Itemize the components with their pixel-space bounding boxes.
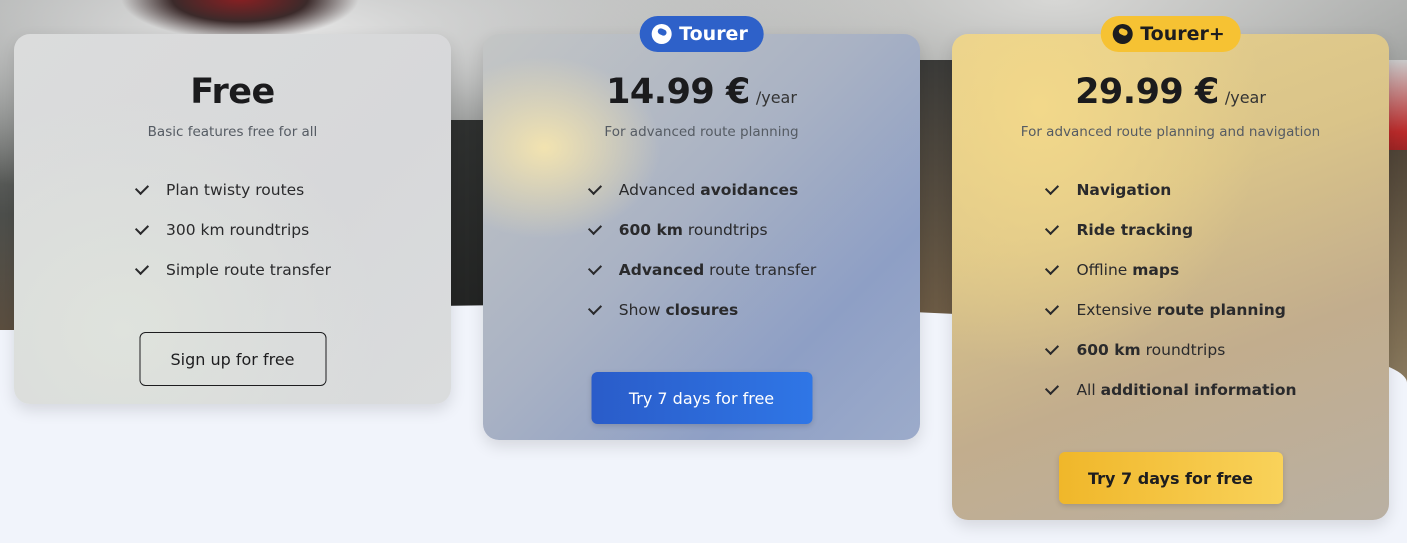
- feature-list: Navigation Ride tracking Offline maps Exten…: [1044, 170, 1296, 410]
- feature-text: 600 km roundtrips: [1076, 341, 1225, 359]
- feature-text: 600 km roundtrips: [619, 221, 768, 239]
- feature-text-bold: maps: [1132, 261, 1180, 279]
- plan-card-tourer: Tourer 14.99 € /year For advanced route …: [483, 16, 920, 440]
- price-period: /year: [1224, 88, 1266, 107]
- price-row: 29.99 € /year: [952, 72, 1389, 112]
- feature-text: Show closures: [619, 301, 739, 319]
- feature-text-regular: roundtrips: [682, 221, 768, 239]
- feature-text: 300 km roundtrips: [166, 221, 309, 239]
- plan-badge-tourer: Tourer: [639, 16, 764, 52]
- feature-text: Extensive route planning: [1076, 301, 1285, 319]
- feature-text-regular: Plan twisty routes: [166, 181, 305, 199]
- badge-label: Tourer+: [1140, 23, 1225, 45]
- check-icon: [587, 262, 603, 278]
- feature-item: All additional information: [1044, 370, 1296, 410]
- plan-price: 29.99 €: [1075, 72, 1219, 112]
- feature-text-regular: Advanced: [618, 181, 701, 199]
- check-icon: [587, 182, 603, 198]
- feature-list: Plan twisty routes 300 km roundtrips Simpl…: [134, 170, 331, 290]
- check-icon: [1044, 382, 1060, 398]
- feature-item: Simple route transfer: [134, 250, 331, 290]
- check-icon: [587, 302, 603, 318]
- feature-item: 600 km roundtrips: [1044, 330, 1296, 370]
- feature-text: All additional information: [1076, 381, 1296, 399]
- check-icon: [134, 222, 150, 238]
- price-row: 14.99 € /year: [483, 72, 920, 112]
- check-icon: [1044, 262, 1060, 278]
- feature-item: Offline maps: [1044, 250, 1296, 290]
- feature-text-regular: All: [1076, 381, 1101, 399]
- feature-text-regular: Simple route transfer: [166, 261, 331, 279]
- feature-text-regular: roundtrips: [1140, 341, 1226, 359]
- check-icon: [1044, 302, 1060, 318]
- check-icon: [1044, 342, 1060, 358]
- price-period: /year: [755, 88, 797, 107]
- plan-title: Free: [190, 72, 275, 112]
- plan-badge-tourer-plus: Tourer+: [1100, 16, 1241, 52]
- try-tourer-button[interactable]: Try 7 days for free: [591, 372, 812, 424]
- feature-text: Plan twisty routes: [166, 181, 304, 199]
- check-icon: [134, 182, 150, 198]
- kurviger-logo-icon: [1112, 24, 1133, 44]
- feature-text-bold: Advanced: [618, 261, 705, 279]
- feature-item: 300 km roundtrips: [134, 210, 331, 250]
- feature-list: Advanced avoidances 600 km roundtrips Adva…: [587, 170, 817, 330]
- feature-item: 600 km roundtrips: [587, 210, 817, 250]
- kurviger-logo-icon: [651, 24, 672, 44]
- feature-text-bold: route planning: [1156, 301, 1286, 319]
- feature-text: Navigation: [1076, 181, 1171, 199]
- feature-item: Extensive route planning: [1044, 290, 1296, 330]
- feature-text: Ride tracking: [1076, 221, 1193, 239]
- feature-text: Advanced avoidances: [619, 181, 799, 199]
- try-tourer-plus-button[interactable]: Try 7 days for free: [1058, 452, 1283, 504]
- feature-text-regular: Offline: [1076, 261, 1133, 279]
- feature-item: Ride tracking: [1044, 210, 1296, 250]
- check-icon: [134, 262, 150, 278]
- feature-text-bold: Ride tracking: [1076, 221, 1194, 239]
- feature-text-bold: Navigation: [1076, 181, 1172, 199]
- feature-text-regular: Extensive: [1076, 301, 1157, 319]
- feature-text-regular: route transfer: [704, 261, 817, 279]
- feature-item: Show closures: [587, 290, 817, 330]
- plan-subtitle: For advanced route planning and navigati…: [1020, 124, 1321, 140]
- feature-text-regular: 300 km roundtrips: [166, 221, 310, 239]
- plan-title-row: Free: [14, 72, 451, 112]
- feature-text-bold: additional information: [1100, 381, 1297, 399]
- feature-item: Plan twisty routes: [134, 170, 331, 210]
- plan-subtitle: For advanced route planning: [604, 124, 799, 140]
- feature-text-bold: 600 km: [1076, 341, 1141, 359]
- badge-label: Tourer: [679, 23, 748, 45]
- feature-item: Advanced route transfer: [587, 250, 817, 290]
- feature-text-bold: closures: [665, 301, 739, 319]
- plan-card-free: Free Basic features free for all Plan tw…: [14, 34, 451, 404]
- plan-card-tourer-plus: Tourer+ 29.99 € /year For advanced route…: [952, 16, 1389, 520]
- sign-up-free-button[interactable]: Sign up for free: [139, 332, 326, 386]
- feature-text-regular: Show: [618, 301, 666, 319]
- feature-text-bold: 600 km: [618, 221, 683, 239]
- feature-text-bold: avoidances: [700, 181, 799, 199]
- plan-price: 14.99 €: [606, 72, 750, 112]
- plan-subtitle: Basic features free for all: [147, 124, 318, 140]
- feature-text: Advanced route transfer: [619, 261, 817, 279]
- check-icon: [1044, 222, 1060, 238]
- check-icon: [587, 222, 603, 238]
- check-icon: [1044, 182, 1060, 198]
- feature-text: Offline maps: [1076, 261, 1179, 279]
- feature-item: Advanced avoidances: [587, 170, 817, 210]
- feature-item: Navigation: [1044, 170, 1296, 210]
- feature-text: Simple route transfer: [166, 261, 331, 279]
